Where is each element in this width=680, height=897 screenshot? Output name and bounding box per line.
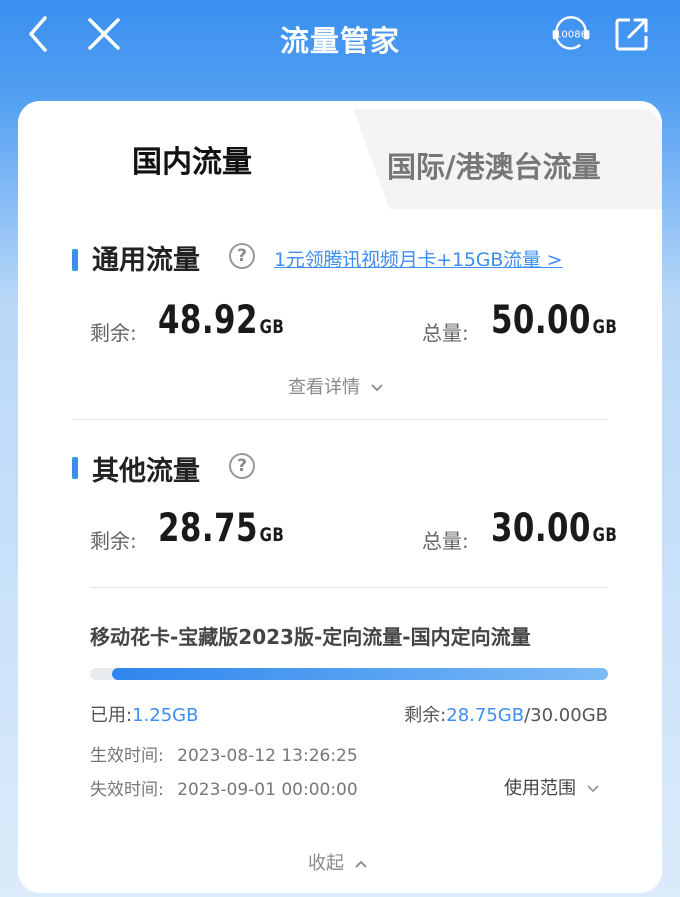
other-total-label: 总量: [422, 529, 469, 553]
package-divider [90, 587, 608, 588]
view-details-button[interactable]: 查看详情 [288, 373, 384, 399]
traffic-card: 国内流量 国际/港澳台流量 通用流量 ? 1元领腾讯视频月卡+15GB流量 > … [18, 101, 662, 893]
usage-progress-bar [90, 668, 608, 680]
general-total-value: 50.00GB [491, 298, 618, 343]
promo-link[interactable]: 1元领腾讯视频月卡+15GB流量 > [274, 245, 563, 272]
general-remaining-value: 48.92GB [158, 298, 285, 343]
usage-progress-fill [111, 668, 608, 680]
general-remaining-label: 剩余: [90, 321, 137, 345]
package-name: 移动花卡-宝藏版2023版-定向流量-国内定向流量 [90, 625, 531, 649]
usage-scope-label: 使用范围 [504, 778, 576, 799]
section-marker [72, 249, 78, 271]
share-icon[interactable] [610, 12, 654, 56]
expire-label: 失效时间: [90, 780, 164, 800]
chevron-up-icon [355, 860, 367, 868]
other-total-value: 30.00GB [491, 506, 618, 551]
other-help-icon[interactable]: ? [229, 453, 255, 479]
expire-value: 2023-09-01 00:00:00 [177, 780, 358, 800]
used-label: 已用: [90, 705, 133, 726]
used-amount: 已用:1.25GB [90, 701, 198, 727]
general-help-icon[interactable]: ? [229, 243, 255, 269]
tab-international[interactable]: 国际/港澳台流量 [387, 144, 601, 186]
chevron-down-icon [587, 785, 599, 793]
remaining-amount: 剩余:28.75GB/30.00GB [404, 701, 608, 727]
remain-total: /30.00GB [524, 705, 608, 726]
expire-time: 失效时间: 2023-09-01 00:00:00 [90, 775, 358, 800]
service-badge-text: 10086 [555, 30, 587, 41]
effective-time: 生效时间: 2023-08-12 13:26:25 [90, 741, 358, 766]
tab-domestic[interactable]: 国内流量 [132, 137, 252, 181]
view-details-label: 查看详情 [288, 377, 360, 398]
other-remaining-value: 28.75GB [158, 506, 285, 551]
section-marker [72, 457, 78, 479]
remain-value: 28.75GB [446, 705, 525, 726]
customer-service-icon[interactable]: 10086 [549, 10, 593, 54]
remain-label: 剩余: [404, 705, 447, 726]
effective-label: 生效时间: [90, 746, 164, 766]
collapse-button[interactable]: 收起 [308, 849, 368, 875]
used-value: 1.25GB [132, 705, 199, 726]
usage-scope-button[interactable]: 使用范围 [504, 774, 600, 800]
other-traffic-title: 其他流量 [92, 456, 200, 487]
collapse-label: 收起 [308, 853, 344, 874]
effective-value: 2023-08-12 13:26:25 [177, 746, 358, 766]
other-remaining-label: 剩余: [90, 529, 137, 553]
general-traffic-title: 通用流量 [92, 245, 200, 276]
header-bar: 流量管家 10086 [0, 0, 680, 70]
general-total-label: 总量: [422, 321, 469, 345]
section-divider [72, 419, 608, 420]
chevron-down-icon [371, 384, 383, 392]
